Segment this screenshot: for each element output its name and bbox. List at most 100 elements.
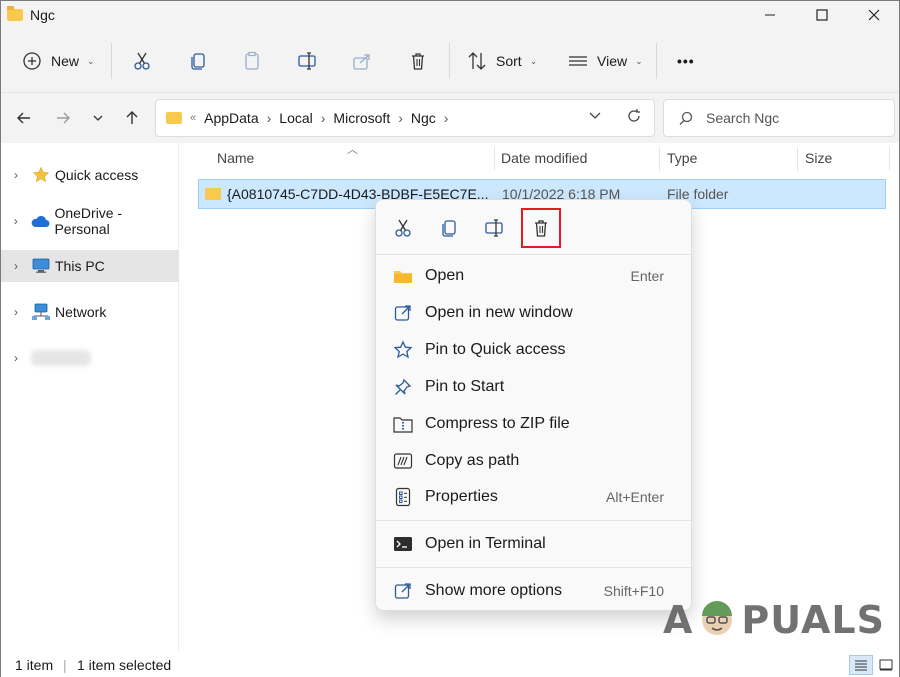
- column-header-date[interactable]: Date modified: [501, 143, 587, 173]
- properties-icon: [392, 486, 414, 508]
- share-icon: [353, 54, 370, 70]
- nav-item-redacted[interactable]: ›: [1, 342, 179, 374]
- refresh-button[interactable]: [626, 108, 642, 129]
- item-count: 1 item: [15, 657, 54, 673]
- view-icon: [569, 56, 587, 66]
- toolbar-divider: [656, 43, 657, 79]
- menu-item-copy-path[interactable]: Copy as path: [388, 443, 680, 479]
- mascot-icon: [695, 598, 739, 642]
- folder-icon: [166, 112, 182, 124]
- sort-ascending-icon: ︿: [347, 144, 358, 156]
- nav-label: OneDrive - Personal: [54, 205, 123, 237]
- share-button[interactable]: [351, 47, 373, 75]
- column-header-row: ︿ Name Date modified Type Size: [181, 143, 899, 173]
- rename-icon: [485, 219, 503, 237]
- breadcrumb-ngc[interactable]: Ngc: [411, 110, 436, 126]
- menu-item-compress-zip[interactable]: Compress to ZIP file: [388, 406, 680, 442]
- new-button[interactable]: New ⌄: [21, 47, 95, 75]
- maximize-button[interactable]: [799, 1, 845, 29]
- delete-button[interactable]: [407, 47, 429, 75]
- chevron-right-icon[interactable]: ›: [1, 259, 31, 273]
- view-label: View: [597, 53, 628, 69]
- command-bar: New ⌄ Sort ⌄ View ⌄ •••: [1, 29, 899, 93]
- nav-item-onedrive[interactable]: › OneDrive - Personal: [1, 205, 179, 237]
- copy-button[interactable]: [431, 210, 467, 246]
- nav-item-network[interactable]: › Network: [1, 296, 179, 328]
- minimize-icon: [765, 14, 775, 16]
- chevron-right-icon[interactable]: ›: [1, 168, 31, 182]
- context-menu: Open Enter Open in new window Pin to Qui…: [375, 199, 692, 611]
- menu-item-show-more-options[interactable]: Show more options Shift+F10: [388, 573, 680, 609]
- search-placeholder: Search Ngc: [706, 110, 780, 126]
- rename-button[interactable]: [476, 210, 512, 246]
- nav-item-quick-access[interactable]: › Quick access: [1, 159, 179, 191]
- breadcrumb-local[interactable]: Local: [279, 110, 312, 126]
- menu-divider: [376, 254, 691, 255]
- context-quick-actions: [376, 200, 691, 254]
- paste-button[interactable]: [241, 47, 263, 75]
- back-button[interactable]: [13, 107, 35, 129]
- more-button[interactable]: •••: [677, 47, 695, 75]
- chevron-right-icon[interactable]: ›: [1, 351, 31, 365]
- overflow-chevron-icon[interactable]: «: [190, 112, 196, 124]
- details-view-button[interactable]: [849, 655, 873, 675]
- title-bar: Ngc: [1, 1, 899, 29]
- close-button[interactable]: [851, 1, 897, 29]
- menu-item-pin-start[interactable]: Pin to Start: [388, 369, 680, 405]
- menu-item-label: Open in Terminal: [425, 535, 546, 552]
- copy-button[interactable]: [187, 47, 209, 75]
- column-divider[interactable]: [797, 147, 798, 171]
- view-button[interactable]: View ⌄: [567, 47, 643, 75]
- forward-button[interactable]: [52, 107, 74, 129]
- tiles-view-icon: [879, 659, 893, 671]
- menu-divider: [376, 520, 691, 521]
- address-dropdown-button[interactable]: [588, 108, 602, 127]
- selected-count: 1 item selected: [77, 657, 172, 673]
- up-button[interactable]: [121, 107, 143, 129]
- chevron-right-icon[interactable]: ›: [1, 214, 30, 228]
- delete-button[interactable]: [521, 208, 561, 248]
- column-divider[interactable]: [659, 147, 660, 171]
- menu-item-label: Show more options: [425, 582, 562, 599]
- rename-button[interactable]: [296, 47, 318, 75]
- column-divider[interactable]: [494, 147, 495, 171]
- breadcrumb-separator-icon[interactable]: ›: [321, 110, 326, 126]
- menu-item-open[interactable]: Open Enter: [388, 258, 680, 294]
- search-input[interactable]: Search Ngc: [663, 99, 895, 137]
- column-header-type[interactable]: Type: [667, 143, 697, 173]
- cut-button[interactable]: [131, 47, 153, 75]
- breadcrumb-microsoft[interactable]: Microsoft: [333, 110, 390, 126]
- breadcrumb-separator-icon[interactable]: ›: [398, 110, 403, 126]
- plus-circle-icon: [23, 52, 41, 70]
- column-header-size[interactable]: Size: [805, 143, 832, 173]
- network-icon: [31, 302, 51, 322]
- menu-item-properties[interactable]: Properties Alt+Enter: [388, 479, 680, 515]
- arrow-left-icon: [17, 112, 30, 124]
- menu-item-pin-quick-access[interactable]: Pin to Quick access: [388, 332, 680, 368]
- terminal-icon: [392, 533, 414, 555]
- menu-divider: [376, 567, 691, 568]
- address-bar[interactable]: « AppData › Local › Microsoft › Ngc ›: [155, 99, 655, 137]
- tiles-view-button[interactable]: [874, 655, 898, 675]
- column-divider[interactable]: [889, 147, 890, 171]
- explorer-window: Ngc New ⌄ Sort ⌄ View ⌄ ••• « AppData › …: [0, 0, 900, 677]
- nav-label: This PC: [55, 258, 105, 274]
- recent-locations-button[interactable]: [87, 107, 109, 129]
- menu-item-open-terminal[interactable]: Open in Terminal: [388, 526, 680, 562]
- close-icon: [868, 9, 880, 21]
- arrow-up-icon: [126, 111, 138, 124]
- sort-button[interactable]: Sort ⌄: [466, 47, 537, 75]
- menu-item-open-new-window[interactable]: Open in new window: [388, 295, 680, 331]
- minimize-button[interactable]: [747, 1, 793, 29]
- breadcrumb-separator-icon[interactable]: ›: [267, 110, 272, 126]
- status-bar: 1 item | 1 item selected: [1, 653, 899, 677]
- breadcrumb-appdata[interactable]: AppData: [204, 110, 258, 126]
- chevron-right-icon[interactable]: ›: [1, 305, 31, 319]
- breadcrumb-separator-icon[interactable]: ›: [444, 110, 449, 126]
- cut-button[interactable]: [385, 210, 421, 246]
- column-header-name[interactable]: Name: [217, 143, 254, 173]
- watermark-text-right: PUALS: [741, 598, 885, 642]
- nav-item-this-pc[interactable]: › This PC: [1, 250, 179, 282]
- cut-icon: [395, 219, 411, 237]
- monitor-icon: [31, 256, 51, 276]
